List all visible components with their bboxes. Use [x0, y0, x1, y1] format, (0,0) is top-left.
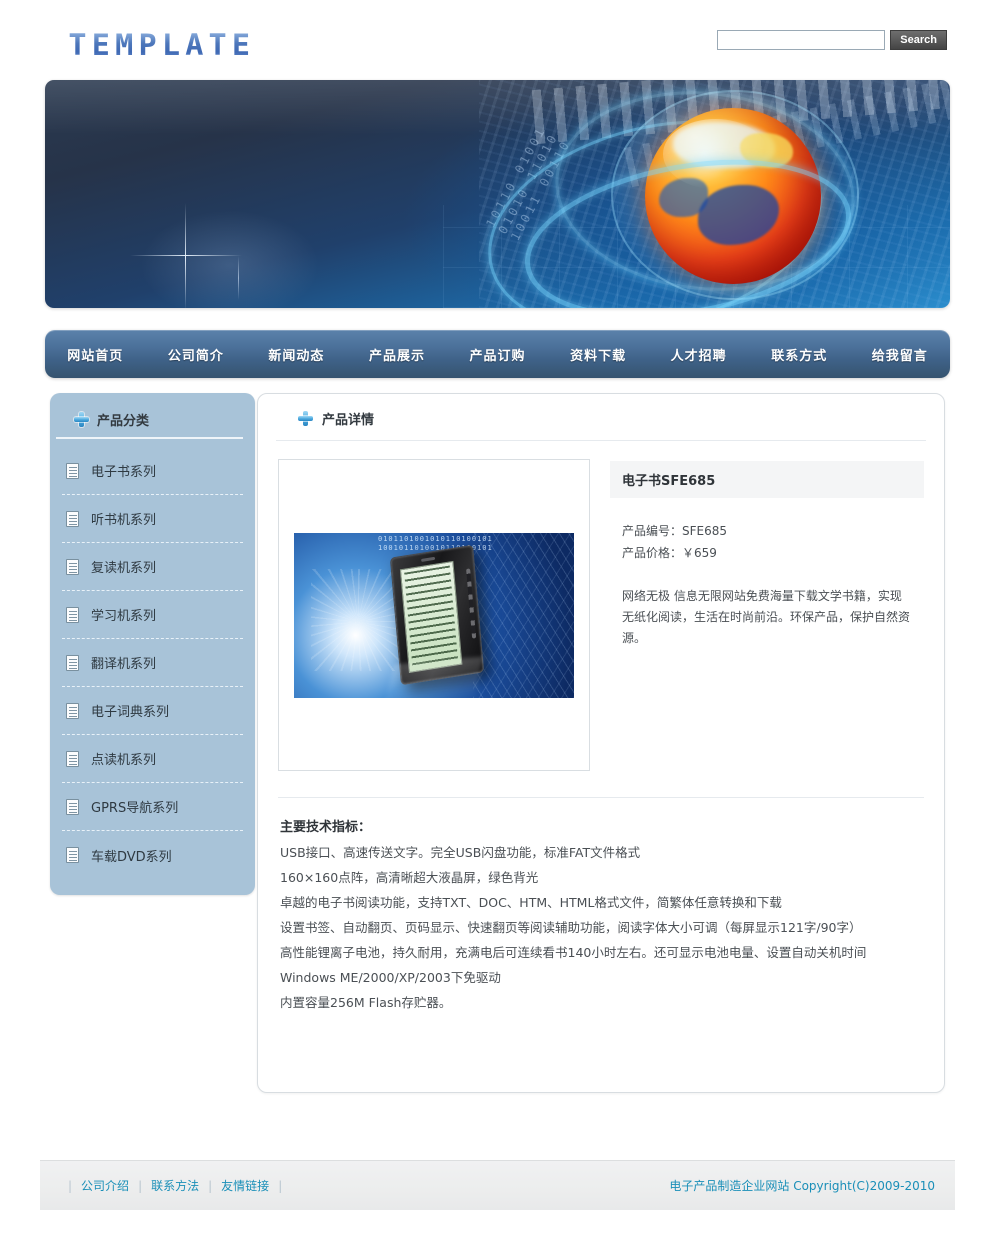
spec-line: 高性能锂离子电池，持久耐用，充满电后可连续看书140小时左右。还可显示电池电量、… — [280, 945, 867, 960]
specifications-heading: 主要技术指标： — [280, 820, 372, 835]
product-image-frame: 0101101001010110100101 100101101001011010… — [278, 459, 590, 771]
nav-item-order[interactable]: 产品订购 — [447, 345, 548, 364]
search-form: Search — [717, 30, 947, 50]
sidebar-header: 产品分类 — [56, 405, 243, 439]
nav-item-careers[interactable]: 人才招聘 — [648, 345, 749, 364]
footer-separator: | — [278, 1178, 283, 1193]
product-detail-row: 0101101001010110100101 100101101001011010… — [258, 441, 944, 771]
hero-banner-image: 10110 01001 01010 11010 10011 00110 — [45, 80, 950, 308]
search-input[interactable] — [717, 30, 886, 50]
sidebar-product-categories: 产品分类 电子书系列 听书机系列 复读机系列 学习机系列 翻译机系列 电子词典系… — [50, 393, 255, 895]
document-icon — [66, 702, 79, 719]
copyright-text: 电子产品制造企业网站 Copyright(C)2009-2010 — [669, 1179, 935, 1193]
sidebar-item-ebook[interactable]: 电子书系列 — [62, 447, 243, 495]
sidebar-title-label: 产品分类 — [97, 414, 150, 429]
bottom-strip — [40, 1210, 955, 1239]
nav-item-about[interactable]: 公司简介 — [146, 345, 247, 364]
product-meta: 产品编号：SFE685 产品价格：￥659 — [610, 498, 924, 564]
sidebar-item-repeater[interactable]: 复读机系列 — [62, 543, 243, 591]
banner-sheen — [45, 80, 950, 308]
category-list: 电子书系列 听书机系列 复读机系列 学习机系列 翻译机系列 电子词典系列 点读机… — [62, 447, 243, 879]
spec-line: 内置容量256M Flash存贮器。 — [280, 995, 452, 1010]
device-top-button — [420, 556, 435, 562]
device-reflection — [384, 656, 484, 698]
product-info: 电子书SFE685 产品编号：SFE685 产品价格：￥659 网络无极 信息无… — [610, 459, 924, 771]
spec-line: 160×160点阵，高清晰超大液晶屏，绿色背光 — [280, 870, 539, 885]
nav-item-contact[interactable]: 联系方式 — [749, 345, 850, 364]
plus-icon — [298, 411, 313, 426]
sidebar-item-gprs-navigation[interactable]: GPRS导航系列 — [62, 783, 243, 831]
sidebar-item-label: 电子词典系列 — [91, 705, 170, 720]
sidebar-item-label: 车载DVD系列 — [91, 849, 172, 865]
plus-icon — [74, 412, 89, 427]
site-header: TEMPLATE Search — [0, 0, 995, 78]
spec-line: USB接口、高速传送文字。完全USB闪盘功能，标准FAT文件格式 — [280, 845, 641, 860]
product-code: 产品编号：SFE685 — [622, 524, 728, 538]
sidebar-item-learning-machine[interactable]: 学习机系列 — [62, 591, 243, 639]
page-title: 产品详情 — [322, 413, 375, 428]
device-side-buttons — [465, 567, 476, 639]
nav-item-news[interactable]: 新闻动态 — [246, 345, 347, 364]
sidebar-item-label: 翻译机系列 — [91, 657, 157, 672]
sidebar-item-label: 电子书系列 — [91, 465, 157, 480]
document-icon — [66, 750, 79, 767]
footer-link-contact[interactable]: 联系方法 — [142, 1177, 208, 1194]
sidebar-item-car-dvd[interactable]: 车载DVD系列 — [62, 831, 243, 879]
document-icon — [66, 558, 79, 575]
product-image: 0101101001010110100101 100101101001011010… — [294, 532, 574, 698]
device-screen — [399, 560, 463, 673]
product-detail-panel: 产品详情 0101101001010110100101 1001011010010… — [257, 393, 945, 1093]
spec-line: Windows ME/2000/XP/2003下免驱动 — [280, 970, 501, 985]
document-icon — [66, 798, 79, 815]
nav-item-products[interactable]: 产品展示 — [347, 345, 448, 364]
footer-link-friendly[interactable]: 友情链接 — [212, 1177, 278, 1194]
product-image-grid — [473, 532, 574, 698]
nav-item-home[interactable]: 网站首页 — [45, 345, 146, 364]
document-icon — [66, 606, 79, 623]
sidebar-item-point-reader[interactable]: 点读机系列 — [62, 735, 243, 783]
product-name: 电子书SFE685 — [610, 461, 924, 498]
main-navigation: 网站首页 公司简介 新闻动态 产品展示 产品订购 资料下载 人才招聘 联系方式 … — [45, 330, 950, 378]
product-description: 网络无极 信息无限网站免费海量下载文学书籍，实现无纸化阅读，生活在时尚前沿。环保… — [622, 589, 911, 645]
nav-item-message[interactable]: 给我留言 — [850, 345, 951, 364]
sidebar-item-label: GPRS导航系列 — [91, 801, 179, 816]
spec-line: 卓越的电子书阅读功能，支持TXT、DOC、HTM、HTML格式文件，简繁体任意转… — [280, 895, 782, 910]
product-price: 产品价格：￥659 — [622, 546, 717, 560]
search-button[interactable]: Search — [890, 30, 947, 50]
document-icon — [66, 847, 79, 863]
document-icon — [66, 654, 79, 671]
sidebar-item-label: 听书机系列 — [91, 513, 157, 528]
sidebar-item-label: 复读机系列 — [91, 561, 157, 576]
specifications-block: 主要技术指标： USB接口、高速传送文字。完全USB闪盘功能，标准FAT文件格式… — [258, 798, 944, 1055]
site-footer: | 公司介绍 | 联系方法 | 友情链接 | 电子产品制造企业网站 Copyri… — [40, 1160, 955, 1210]
sidebar-item-audiobook[interactable]: 听书机系列 — [62, 495, 243, 543]
sidebar-item-dictionary[interactable]: 电子词典系列 — [62, 687, 243, 735]
footer-link-about[interactable]: 公司介绍 — [72, 1177, 138, 1194]
nav-item-downloads[interactable]: 资料下载 — [548, 345, 649, 364]
document-icon — [66, 510, 79, 527]
panel-header: 产品详情 — [276, 394, 926, 441]
page-root: TEMPLATE Search 10110 01001 01010 11010 … — [0, 0, 995, 1239]
site-logo[interactable]: TEMPLATE — [68, 28, 255, 62]
document-icon — [66, 462, 79, 479]
sidebar-item-translator[interactable]: 翻译机系列 — [62, 639, 243, 687]
sidebar-item-label: 点读机系列 — [91, 753, 157, 768]
footer-links: | 公司介绍 | 联系方法 | 友情链接 | — [68, 1177, 282, 1194]
spec-line: 设置书签、自动翻页、页码显示、快速翻页等阅读辅助功能，阅读字体大小可调（每屏显示… — [280, 920, 862, 935]
sidebar-item-label: 学习机系列 — [91, 609, 157, 624]
